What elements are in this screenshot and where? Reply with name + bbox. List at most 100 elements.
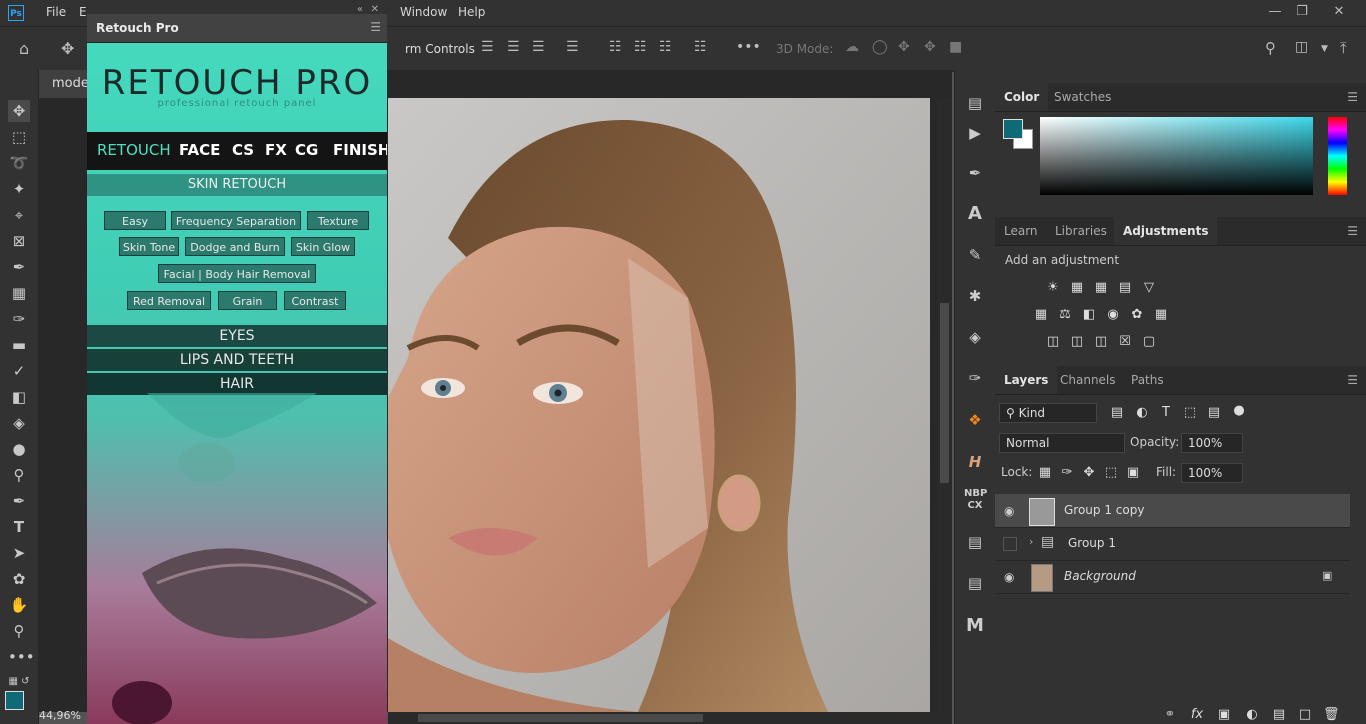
align-bottom-icon[interactable]: ☷ (659, 39, 672, 55)
texture-button[interactable]: Texture (307, 211, 369, 230)
pen-nib-icon[interactable]: ✒ (964, 162, 986, 184)
filter-shape-icon[interactable]: ⬚ (1182, 405, 1198, 421)
contrast-button[interactable]: Contrast (284, 291, 346, 310)
share-icon[interactable]: ⤒ (1340, 39, 1347, 57)
skin-tone-button[interactable]: Skin Tone (119, 237, 179, 256)
expand-chevron-icon[interactable]: › (1029, 535, 1033, 548)
hair-section[interactable]: HAIR (87, 373, 387, 395)
close-icon[interactable]: ✕ (371, 4, 379, 15)
filter-adjustment-icon[interactable]: ◐ (1134, 405, 1150, 421)
trash-icon[interactable]: 🗑 (1323, 707, 1340, 723)
tab-color[interactable]: Color (995, 83, 1049, 111)
add-mask-icon[interactable]: ▣ (1216, 707, 1232, 723)
nbp-cx-plugin-icon[interactable]: NBP CX (964, 488, 987, 511)
opacity-input[interactable]: 100% (1181, 433, 1243, 453)
healing-brush-tool-icon[interactable]: ▦ (8, 282, 30, 304)
tab-libraries[interactable]: Libraries (1046, 217, 1116, 245)
blur-tool-icon[interactable]: ● (8, 438, 30, 460)
type-tool-icon[interactable]: T (8, 516, 30, 538)
scrollbar-thumb[interactable] (940, 303, 949, 483)
nav-cs[interactable]: CS (232, 141, 254, 159)
tab-learn[interactable]: Learn (995, 217, 1047, 245)
threshold-icon[interactable]: ◫ (1093, 334, 1109, 350)
search-icon[interactable]: ⚲ (1265, 39, 1276, 57)
more-options-icon[interactable]: ••• (736, 39, 761, 55)
lock-artboard-icon[interactable]: ⬚ (1103, 465, 1119, 481)
default-colors-icon[interactable]: ▦ ↺ (8, 671, 30, 693)
dodge-tool-icon[interactable]: ⚲ (8, 464, 30, 486)
close-icon[interactable]: ✕ (1328, 2, 1350, 22)
frequency-separation-button[interactable]: Frequency Separation (171, 211, 301, 230)
panel-menu-icon[interactable]: ☰ (1347, 224, 1358, 238)
layer-row[interactable]: ◉ Background ▣ (995, 560, 1350, 594)
levels-icon[interactable]: ▦ (1069, 280, 1085, 296)
layer-row[interactable]: ◉ Group 1 copy (995, 494, 1350, 528)
filter-pixel-icon[interactable]: ▤ (1109, 405, 1125, 421)
frame-tool-icon[interactable]: ⊠ (8, 230, 30, 252)
new-adjustment-icon[interactable]: ◐ (1244, 707, 1260, 723)
layer-row[interactable]: › ▤ Group 1 (995, 527, 1350, 561)
invert-icon[interactable]: ◫ (1045, 334, 1061, 350)
eyedropper-tool-icon[interactable]: ✒ (8, 256, 30, 278)
brush-tool-icon[interactable]: ✑ (8, 308, 30, 330)
fill-input[interactable]: 100% (1181, 463, 1243, 483)
layer-name[interactable]: Group 1 copy (1064, 503, 1144, 517)
lock-all-icon[interactable]: ▣ (1125, 465, 1141, 481)
visibility-eye-icon[interactable]: ◉ (1004, 504, 1014, 518)
layer-name[interactable]: Group 1 (1068, 536, 1116, 550)
layer-filter-select[interactable]: ⚲ Kind (999, 403, 1097, 423)
panel-menu-icon[interactable]: ☰ (1347, 373, 1358, 387)
shape-tool-icon[interactable]: ✿ (8, 568, 30, 590)
history-icon[interactable]: ▤ (964, 92, 986, 114)
eraser-tool-icon[interactable]: ◧ (8, 386, 30, 408)
blend-mode-select[interactable]: Normal (999, 433, 1125, 453)
panel-menu-icon[interactable]: ☰ (1347, 90, 1358, 104)
red-removal-button[interactable]: Red Removal (127, 291, 211, 310)
character-icon[interactable]: A (964, 203, 986, 225)
tab-swatches[interactable]: Swatches (1045, 83, 1120, 111)
move-tool-icon[interactable]: ✥ (61, 39, 74, 58)
home-icon[interactable]: ⌂ (19, 39, 29, 58)
color-balance-icon[interactable]: ⚖ (1057, 307, 1073, 323)
hue-saturation-icon[interactable]: ▦ (1033, 307, 1049, 323)
tab-adjustments[interactable]: Adjustments (1114, 217, 1218, 245)
new-layer-icon[interactable]: □ (1297, 707, 1313, 723)
3d-pan-icon[interactable]: ✥ (898, 39, 910, 55)
distribute-vertical-icon[interactable]: ☷ (694, 39, 707, 55)
history-brush-tool-icon[interactable]: ✓ (8, 360, 30, 382)
actions-icon[interactable]: ▶ (964, 122, 986, 144)
lips-and-teeth-section[interactable]: LIPS AND TEETH (87, 349, 387, 371)
fx-plugin-icon[interactable]: ❖ (964, 409, 986, 431)
skin-glow-button[interactable]: Skin Glow (291, 237, 355, 256)
posterize-icon[interactable]: ◫ (1069, 334, 1085, 350)
align-top-icon[interactable]: ☷ (609, 39, 622, 55)
hue-slider[interactable] (1328, 117, 1347, 195)
curves-icon[interactable]: ▦ (1093, 280, 1109, 296)
tab-paths[interactable]: Paths (1122, 366, 1173, 394)
facial-body-hair-removal-button[interactable]: Facial | Body Hair Removal (158, 264, 316, 283)
nav-face[interactable]: FACE (179, 141, 220, 159)
3d-slide-icon[interactable]: ✥ (924, 39, 936, 55)
paint-bucket-tool-icon[interactable]: ◈ (8, 412, 30, 434)
color-picker-field[interactable] (1040, 117, 1313, 195)
photoshop-app-icon[interactable]: Ps (8, 5, 24, 21)
foreground-color-swatch[interactable] (5, 691, 24, 710)
path-select-tool-icon[interactable]: ➤ (8, 542, 30, 564)
zoom-level[interactable]: 44,96% (39, 709, 89, 724)
drop-icon[interactable]: ◈ (964, 326, 986, 348)
easy-button[interactable]: Easy (104, 211, 166, 230)
horizontal-scrollbar[interactable] (388, 712, 952, 724)
edit-toolbar-icon[interactable]: ••• (8, 646, 35, 668)
distribute-icon[interactable]: ☰ (566, 39, 579, 55)
menu-edit[interactable]: E (79, 5, 87, 19)
foreground-color-chip[interactable] (1003, 119, 1023, 139)
tab-channels[interactable]: Channels (1051, 366, 1125, 394)
collapse-icon[interactable]: « (357, 4, 363, 15)
panel-header[interactable]: Retouch Pro ✕ « ☰ (87, 4, 387, 43)
gradient-map-icon[interactable]: ▢ (1141, 334, 1157, 350)
quick-select-tool-icon[interactable]: ✦ (8, 178, 30, 200)
align-middle-icon[interactable]: ☷ (634, 39, 647, 55)
visibility-toggle-empty[interactable] (1003, 537, 1017, 551)
tab-layers[interactable]: Layers (995, 366, 1058, 394)
move-tool-icon[interactable]: ✥ (8, 100, 30, 122)
